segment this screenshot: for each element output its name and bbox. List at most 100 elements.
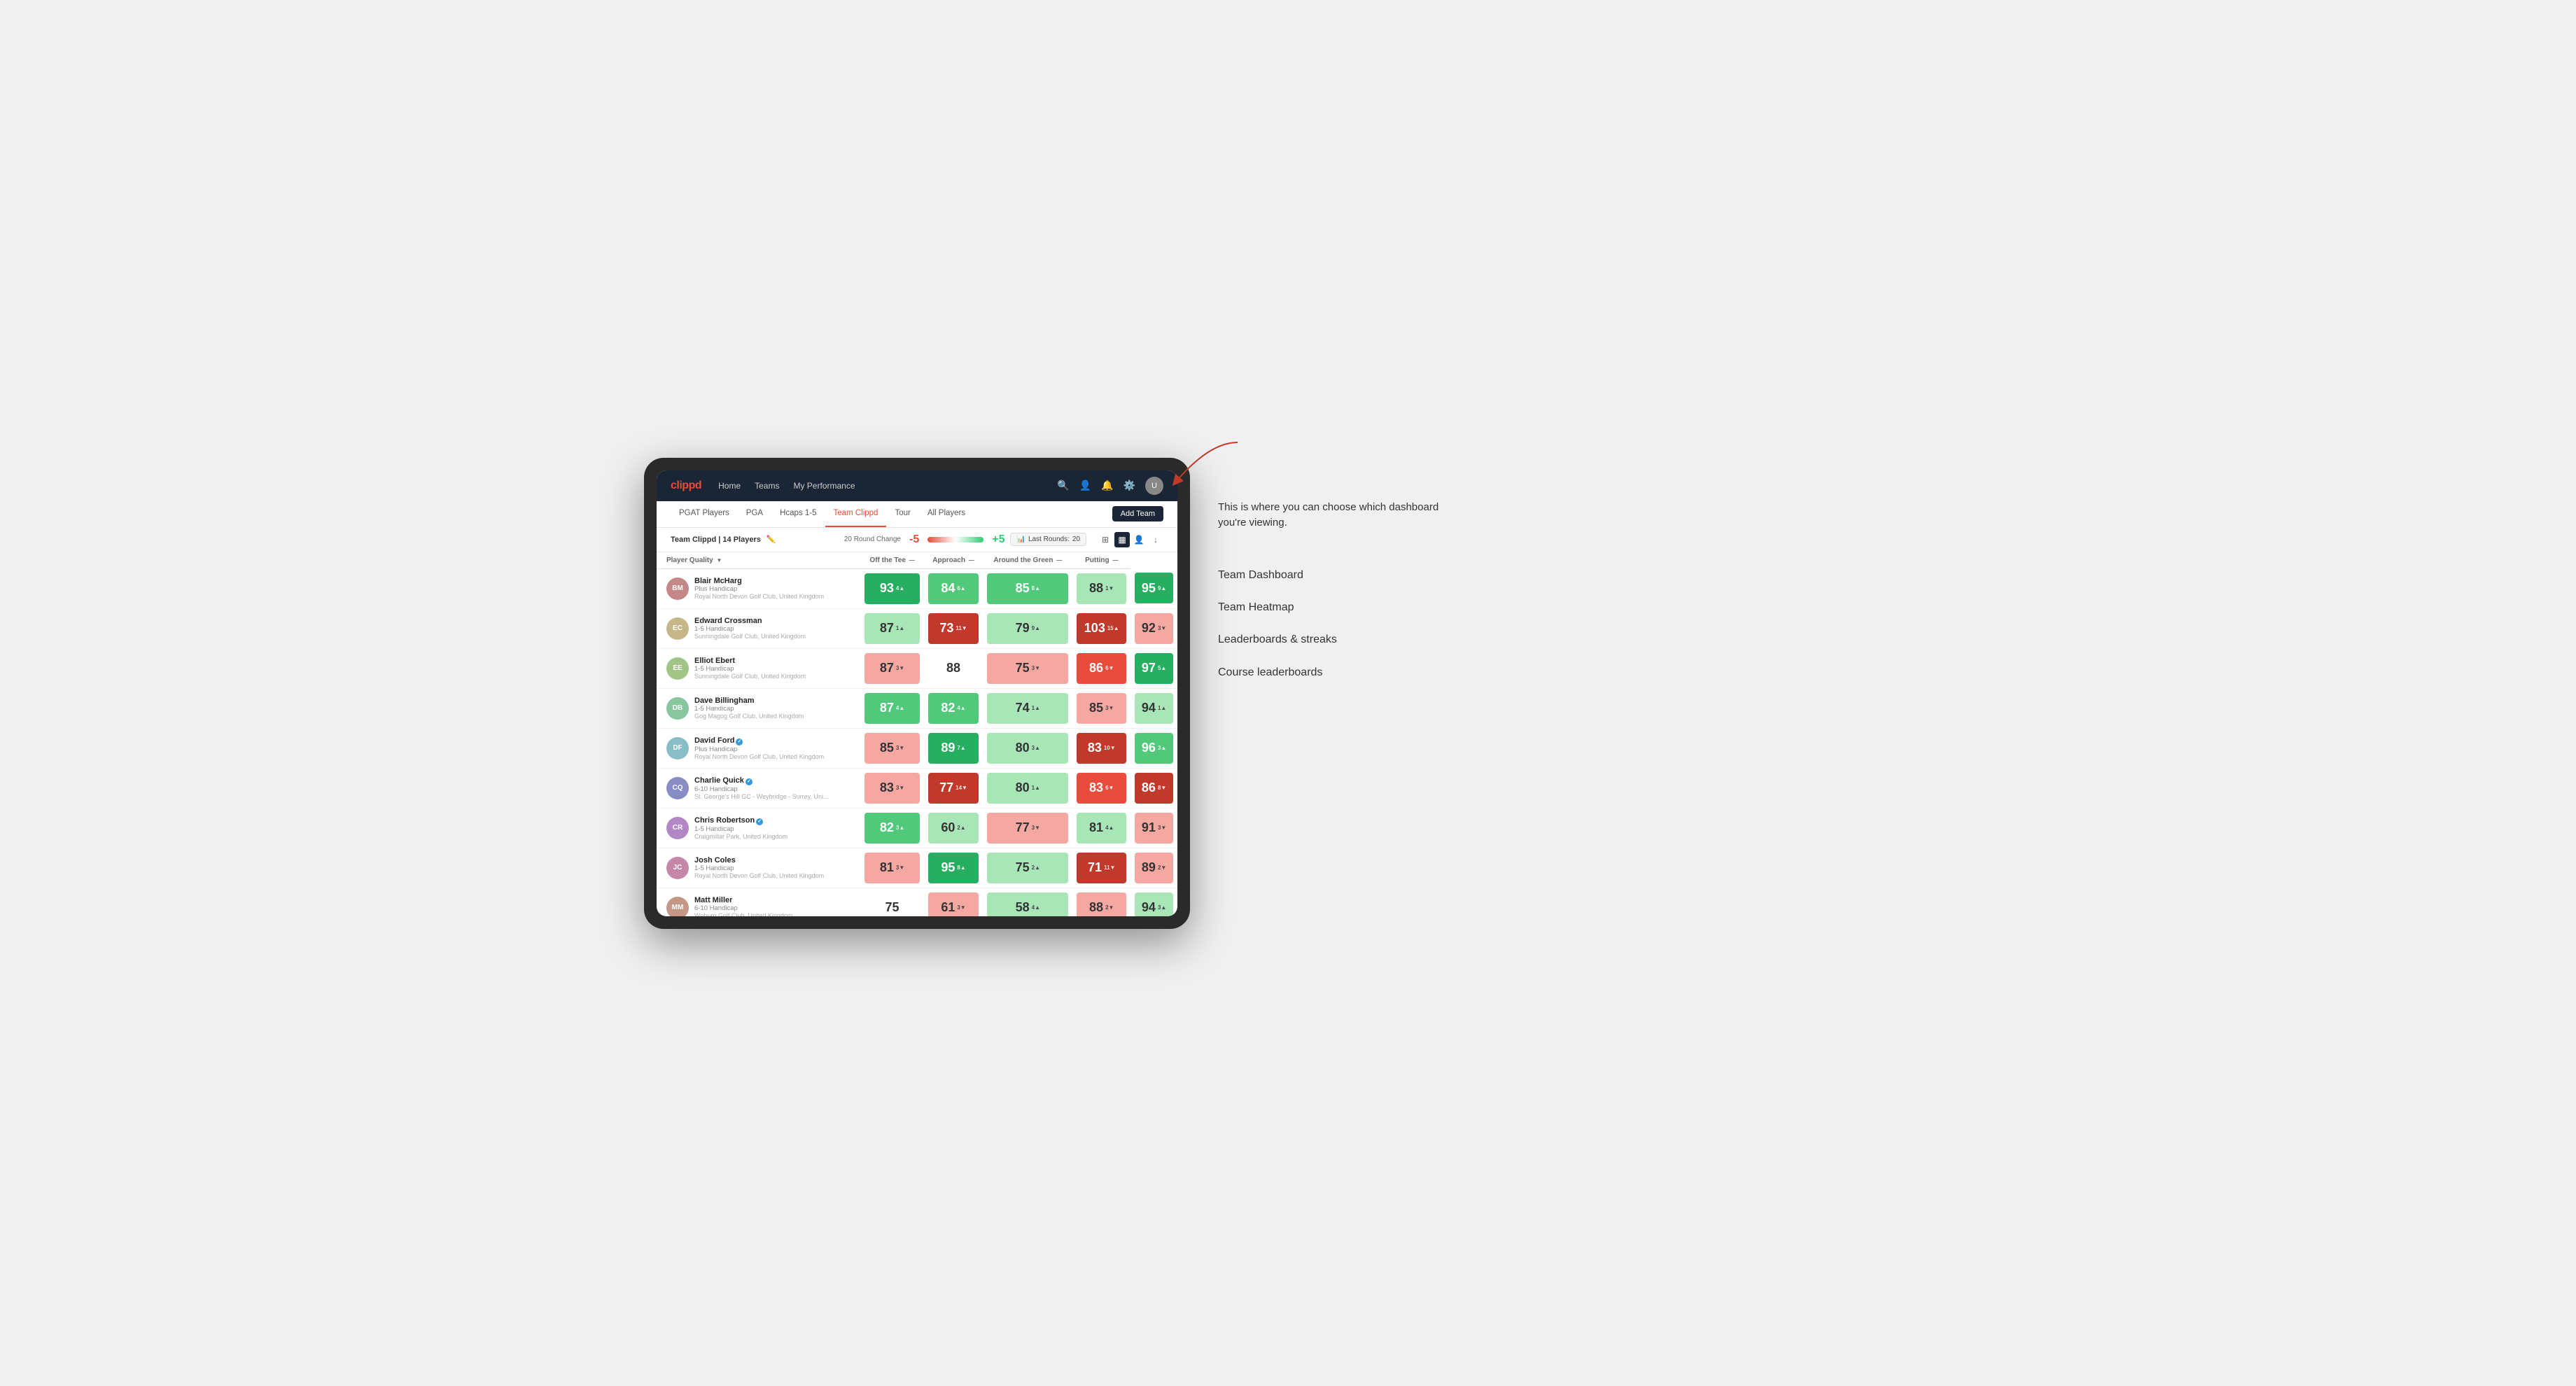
nav-home[interactable]: Home (718, 478, 741, 493)
avatar: CQ (666, 777, 689, 799)
score-value: 77 (1016, 820, 1030, 835)
player-club: Gog Magog Golf Club, United Kingdom (694, 713, 804, 720)
score-box: 75 (864, 892, 919, 916)
player-handicap: Plus Handicap (694, 746, 824, 753)
score-value: 85 (880, 741, 894, 755)
avatar: MM (666, 897, 689, 916)
avatar[interactable]: U (1145, 477, 1163, 495)
player-handicap: 6-10 Handicap (694, 785, 828, 793)
player-info-cell: DB Dave Billingham 1-5 Handicap Gog Mago… (657, 688, 860, 728)
avatar: EE (666, 657, 689, 680)
score-box: 87 1▲ (864, 613, 919, 644)
nav-my-performance[interactable]: My Performance (793, 478, 855, 493)
table-view-button[interactable]: ▦ (1114, 532, 1130, 547)
col-header-approach[interactable]: Approach — (924, 552, 983, 569)
score-cell-aroundGreen: 83 10▼ (1072, 728, 1130, 768)
tablet-frame: clippd Home Teams My Performance 🔍 👤 🔔 ⚙… (644, 458, 1190, 929)
score-cell-playerQuality: 75 (860, 888, 923, 916)
col-header-player[interactable]: Player Quality ▼ (657, 552, 860, 569)
score-value: 91 (1142, 820, 1156, 835)
last-rounds-value: 20 (1072, 536, 1080, 543)
table-row[interactable]: CR Chris Robertson✓ 1-5 Handicap Craigmi… (657, 808, 1177, 848)
score-value: 97 (1142, 661, 1156, 676)
table-row[interactable]: DF David Ford✓ Plus Handicap Royal North… (657, 728, 1177, 768)
score-cell-putting: 92 3▼ (1130, 608, 1177, 648)
score-change: 3▼ (896, 665, 904, 671)
score-box: 83 10▼ (1077, 733, 1126, 764)
score-box: 82 4▲ (928, 693, 979, 724)
score-value: 87 (880, 701, 894, 715)
pos-change-value: +5 (992, 533, 1004, 546)
subnav-pga[interactable]: PGA (738, 500, 771, 527)
table-row[interactable]: MM Matt Miller 6-10 Handicap Woburn Golf… (657, 888, 1177, 916)
subnav-all-players[interactable]: All Players (919, 500, 974, 527)
score-value: 74 (1016, 701, 1030, 715)
col-header-off-tee[interactable]: Off the Tee — (860, 552, 923, 569)
bell-icon[interactable]: 🔔 (1101, 479, 1113, 491)
score-change: 9▲ (1032, 625, 1040, 631)
player-club: Sunningdale Golf Club, United Kingdom (694, 633, 806, 640)
score-box: 83 3▼ (864, 773, 919, 804)
score-cell-offTee: 60 2▲ (924, 808, 983, 848)
grid-view-button[interactable]: ⊞ (1098, 532, 1113, 547)
player-info-cell: MM Matt Miller 6-10 Handicap Woburn Golf… (657, 888, 860, 916)
data-table-container[interactable]: Player Quality ▼ Off the Tee — Approach … (657, 552, 1177, 916)
score-change: 3▼ (1032, 665, 1040, 671)
verified-badge: ✓ (756, 818, 763, 825)
nav-teams[interactable]: Teams (755, 478, 779, 493)
col-header-putting[interactable]: Putting — (1072, 552, 1130, 569)
score-box: 97 5▲ (1135, 653, 1173, 684)
score-value: 85 (1089, 701, 1103, 715)
table-row[interactable]: CQ Charlie Quick✓ 6-10 Handicap St. Geor… (657, 768, 1177, 808)
score-box: 86 6▼ (1077, 653, 1126, 684)
score-box: 83 6▼ (1077, 773, 1126, 804)
player-name: Charlie Quick✓ (694, 776, 828, 785)
score-value: 85 (1016, 581, 1030, 596)
score-cell-playerQuality: 87 1▲ (860, 608, 923, 648)
score-change: 3▲ (1158, 904, 1166, 911)
verified-badge: ✓ (746, 778, 752, 785)
score-cell-approach: 74 1▲ (983, 688, 1072, 728)
subnav-tour[interactable]: Tour (886, 500, 918, 527)
col-header-around-green[interactable]: Around the Green — (983, 552, 1072, 569)
user-icon[interactable]: 👤 (1079, 479, 1091, 491)
player-name: Chris Robertson✓ (694, 816, 788, 825)
score-cell-aroundGreen: 71 11▼ (1072, 848, 1130, 888)
score-box: 58 4▲ (987, 892, 1068, 916)
score-value: 88 (1089, 581, 1103, 596)
table-row[interactable]: JC Josh Coles 1-5 Handicap Royal North D… (657, 848, 1177, 888)
score-change: 1▲ (1032, 705, 1040, 711)
player-details: Elliot Ebert 1-5 Handicap Sunningdale Go… (694, 657, 806, 680)
score-change: 3▼ (1158, 825, 1166, 831)
score-change: 5▲ (1158, 665, 1166, 671)
score-change: 8▲ (1032, 585, 1040, 592)
score-box: 91 3▼ (1135, 813, 1173, 844)
add-team-button[interactable]: Add Team (1112, 506, 1163, 522)
subnav-pgat[interactable]: PGAT Players (671, 500, 738, 527)
score-change: 11▼ (955, 625, 967, 631)
subnav-hcaps[interactable]: Hcaps 1-5 (771, 500, 825, 527)
table-row[interactable]: EC Edward Crossman 1-5 Handicap Sunningd… (657, 608, 1177, 648)
edit-icon[interactable]: ✏️ (766, 535, 776, 544)
table-row[interactable]: DB Dave Billingham 1-5 Handicap Gog Mago… (657, 688, 1177, 728)
view-icons: ⊞ ▦ 👤 ↓ (1098, 532, 1163, 547)
settings-icon[interactable]: ⚙️ (1124, 479, 1135, 491)
subnav-team-clippd[interactable]: Team Clippd (825, 500, 887, 527)
score-value: 95 (1142, 581, 1156, 596)
person-view-button[interactable]: 👤 (1131, 532, 1147, 547)
score-box: 77 14▼ (928, 773, 979, 804)
last-rounds-button[interactable]: 📊 Last Rounds: 20 (1010, 533, 1086, 546)
score-value: 82 (941, 701, 955, 715)
player-name: David Ford✓ (694, 736, 824, 746)
logo[interactable]: clippd (671, 479, 701, 492)
table-row[interactable]: BM Blair McHarg Plus Handicap Royal Nort… (657, 568, 1177, 608)
score-value: 86 (1142, 780, 1156, 795)
score-cell-putting: 89 2▼ (1130, 848, 1177, 888)
player-name: Josh Coles (694, 856, 824, 864)
score-cell-aroundGreen: 85 3▼ (1072, 688, 1130, 728)
download-button[interactable]: ↓ (1148, 532, 1163, 547)
player-details: Charlie Quick✓ 6-10 Handicap St. George'… (694, 776, 828, 800)
search-icon[interactable]: 🔍 (1057, 479, 1069, 491)
score-value: 93 (880, 581, 894, 596)
table-row[interactable]: EE Elliot Ebert 1-5 Handicap Sunningdale… (657, 648, 1177, 688)
